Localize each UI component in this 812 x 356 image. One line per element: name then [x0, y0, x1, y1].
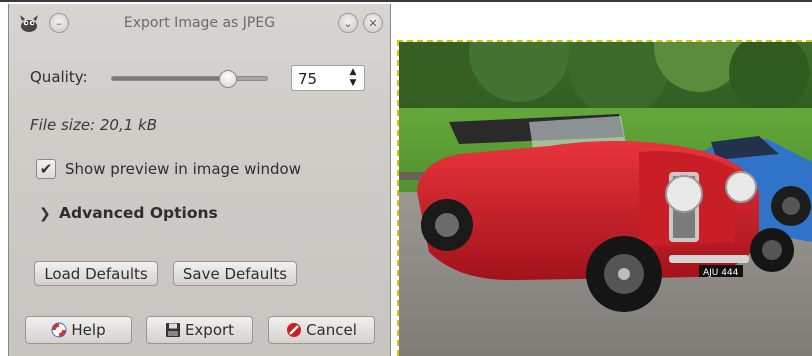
quality-spinbox[interactable]: 75 ▲ ▼	[291, 65, 365, 91]
load-defaults-label: Load Defaults	[44, 264, 148, 283]
preview-checkbox-label[interactable]: Show preview in image window	[65, 160, 301, 178]
title-bar[interactable]: – Export Image as JPEG ⌄ ✕	[9, 4, 390, 42]
quality-slider[interactable]	[111, 70, 268, 88]
quality-label: Quality:	[30, 68, 88, 86]
checkmark-icon: ✔	[39, 160, 53, 178]
load-defaults-button[interactable]: Load Defaults	[34, 261, 158, 286]
export-jpeg-dialog: – Export Image as JPEG ⌄ ✕ Quality: 75 ▲…	[8, 4, 391, 356]
save-defaults-button[interactable]: Save Defaults	[173, 261, 297, 286]
chevron-down-icon[interactable]: ⌄	[338, 13, 358, 33]
help-button[interactable]: Help	[25, 316, 132, 344]
save-defaults-label: Save Defaults	[182, 264, 288, 283]
chevron-right-icon[interactable]: ❯	[39, 206, 51, 222]
cancel-label: Cancel	[306, 321, 357, 339]
cancel-button[interactable]: Cancel	[268, 316, 375, 344]
screen-top-border	[0, 0, 812, 2]
export-button[interactable]: Export	[146, 316, 253, 344]
advanced-options-expander[interactable]: Advanced Options	[59, 204, 218, 222]
quality-value[interactable]: 75	[298, 70, 317, 88]
file-size-label: File size: 20,1 kB	[30, 116, 158, 134]
car-photo: AJU 444	[399, 42, 812, 356]
dialog-title: Export Image as JPEG	[123, 15, 276, 31]
preview-checkbox[interactable]: ✔	[36, 159, 56, 179]
spin-arrows-icon[interactable]: ▲ ▼	[346, 67, 360, 89]
export-label: Export	[184, 321, 235, 339]
license-plate: AJU 444	[703, 268, 739, 278]
lifebuoy-icon	[51, 322, 67, 338]
image-preview-canvas[interactable]: AJU 444	[397, 40, 812, 356]
help-label: Help	[71, 321, 106, 339]
close-icon[interactable]: ✕	[363, 13, 383, 33]
cancel-icon	[286, 322, 302, 338]
floppy-disk-icon	[165, 322, 181, 338]
quality-slider-fill	[112, 77, 229, 80]
quality-slider-handle[interactable]	[219, 70, 238, 88]
